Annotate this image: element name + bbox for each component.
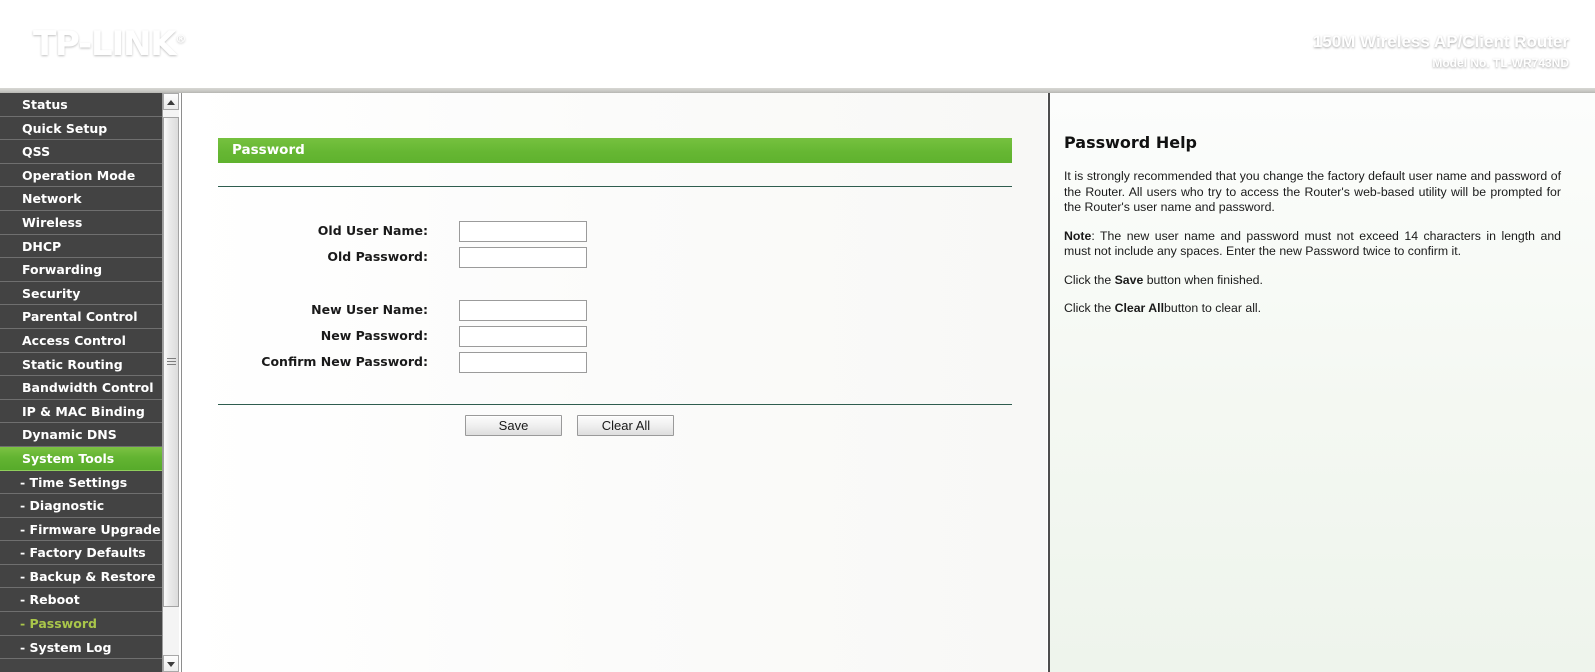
input-confirm-new-password[interactable] (459, 352, 587, 373)
sidebar-item-qss[interactable]: QSS (0, 140, 162, 164)
tp-link-logo: TP-LINK® (33, 27, 186, 61)
product-model: Model No. TL-WR743ND (1432, 56, 1569, 71)
product-name: 150M Wireless AP/Client Router (1312, 32, 1569, 51)
input-old-user-name[interactable] (459, 221, 587, 242)
sidebar-item-forwarding[interactable]: Forwarding (0, 258, 162, 282)
help-paragraph-intro: It is strongly recommended that you chan… (1064, 169, 1561, 214)
sidebar-item-firmware-upgrade[interactable]: - Firmware Upgrade (0, 517, 162, 542)
form-actions: Save Clear All (465, 415, 685, 436)
sidebar-item-access-control[interactable]: Access Control (0, 328, 162, 353)
registered-mark: ® (175, 32, 187, 46)
sidebar-item-ip-mac-binding[interactable]: IP & MAC Binding (0, 399, 162, 424)
new-credentials-group: New User Name: New Password: Confirm New P… (182, 297, 1048, 375)
scrollbar-thumb[interactable] (163, 117, 179, 607)
sidebar-item-system-tools[interactable]: System Tools (0, 446, 162, 471)
product-identity: 150M Wireless AP/Client Router Model No.… (1313, 31, 1569, 70)
sidebar-item-system-log[interactable]: - System Log (0, 635, 162, 660)
app-header: TP-LINK® 150M Wireless AP/Client Router … (0, 0, 1595, 88)
help-paragraph-clear: Click the Clear Allbutton to clear all. (1064, 301, 1561, 317)
help-panel: Password Help It is strongly recommended… (1048, 93, 1595, 672)
input-new-password[interactable] (459, 326, 587, 347)
sidebar-item-security[interactable]: Security (0, 281, 162, 306)
sidebar-item-quick-setup[interactable]: Quick Setup (0, 116, 162, 141)
help-save-pre: Click the (1064, 272, 1115, 287)
help-title: Password Help (1064, 133, 1198, 152)
sidebar-item-backup-restore[interactable]: - Backup & Restore (0, 564, 162, 589)
sidebar-item-factory-defaults[interactable]: - Factory Defaults (0, 541, 162, 565)
sidebar-item-bandwidth-control[interactable]: Bandwidth Control (0, 376, 162, 400)
help-note-text: : The new user name and password must no… (1064, 228, 1561, 259)
sidebar-item-time-settings[interactable]: - Time Settings (0, 470, 162, 495)
old-credentials-group: Old User Name: Old Password: (182, 218, 1048, 270)
label-confirm-new-password: Confirm New Password: (261, 354, 428, 369)
page-title: Password (218, 138, 1012, 163)
grip-lines-icon (167, 358, 176, 367)
help-paragraph-save: Click the Save button when finished. (1064, 273, 1561, 289)
sidebar-item-parental-control[interactable]: Parental Control (0, 305, 162, 329)
field-row: New User Name: (182, 297, 1048, 323)
page-body: Status Quick Setup QSS Operation Mode Networ… (0, 93, 1595, 672)
sidebar-item-dynamic-dns[interactable]: Dynamic DNS (0, 423, 162, 447)
help-note-label: Note (1064, 228, 1092, 243)
sidebar-item-network[interactable]: Network (0, 187, 162, 211)
field-row: Old User Name: (182, 218, 1048, 244)
save-button[interactable]: Save (465, 415, 562, 436)
sidebar-item-dhcp[interactable]: DHCP (0, 234, 162, 259)
scroll-down-button[interactable] (163, 655, 179, 672)
help-save-bold: Save (1114, 272, 1144, 287)
triangle-up-icon (167, 99, 175, 105)
input-old-password[interactable] (459, 247, 587, 268)
label-old-password: Old Password: (327, 249, 428, 264)
sidebar-item-password[interactable]: - Password (0, 612, 162, 636)
label-old-user-name: Old User Name: (317, 223, 428, 238)
help-save-post: button when finished. (1143, 272, 1263, 287)
scrollbar-track[interactable] (163, 110, 179, 655)
label-new-user-name: New User Name: (311, 302, 428, 317)
help-clear-pre: Click the (1064, 301, 1115, 315)
field-row: New Password: (182, 323, 1048, 349)
help-clear-post: button to clear all. (1164, 301, 1262, 315)
main-content: Password Old User Name: Old Password: New… (181, 93, 1047, 672)
sidebar-item-reboot[interactable]: - Reboot (0, 588, 162, 613)
sidebar-nav: Status Quick Setup QSS Operation Mode Networ… (0, 93, 162, 672)
clear-all-button[interactable]: Clear All (577, 415, 675, 436)
sidebar-item-diagnostic[interactable]: - Diagnostic (0, 494, 162, 518)
sidebar-item-static-routing[interactable]: Static Routing (0, 352, 162, 377)
triangle-down-icon (167, 661, 175, 667)
help-paragraph-note: Note: The new user name and password mus… (1064, 229, 1561, 260)
field-row: Confirm New Password: (182, 349, 1048, 375)
divider-bottom (218, 404, 1012, 405)
divider-top (218, 186, 1012, 187)
sidebar-item-operation-mode[interactable]: Operation Mode (0, 163, 162, 188)
sidebar-item-status[interactable]: Status (0, 93, 162, 117)
input-new-user-name[interactable] (459, 300, 587, 321)
logo-text: TP-LINK (33, 24, 177, 64)
label-new-password: New Password: (320, 328, 428, 343)
sidebar-scrollbar[interactable] (162, 93, 179, 672)
scroll-up-button[interactable] (163, 93, 179, 110)
field-row: Old Password: (182, 244, 1048, 270)
sidebar-item-wireless[interactable]: Wireless (0, 210, 162, 235)
help-clear-bold: Clear All (1114, 301, 1165, 315)
